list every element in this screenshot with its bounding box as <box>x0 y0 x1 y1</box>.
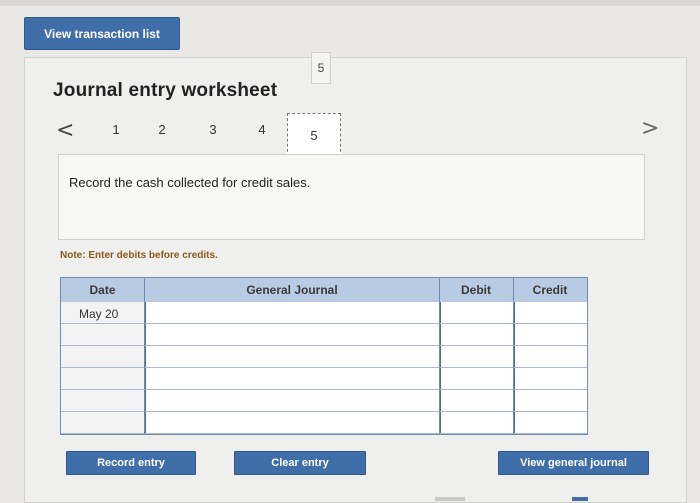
footer-decoration-accent <box>572 497 588 501</box>
date-cell[interactable] <box>61 324 144 345</box>
credit-input[interactable] <box>513 302 587 323</box>
debit-input[interactable] <box>439 324 513 345</box>
column-header-date: Date <box>89 283 116 297</box>
credit-input[interactable] <box>513 346 587 367</box>
debit-input[interactable] <box>439 368 513 389</box>
date-cell[interactable] <box>61 368 144 389</box>
chevron-right-icon[interactable]: > <box>641 116 659 141</box>
page-tab-3[interactable]: 3 <box>203 122 223 137</box>
account-input[interactable] <box>144 302 439 323</box>
view-transaction-list-button[interactable]: View transaction list <box>24 17 180 50</box>
column-divider <box>144 278 145 434</box>
account-input[interactable] <box>144 412 439 433</box>
debit-input[interactable] <box>439 302 513 323</box>
date-cell[interactable] <box>61 346 144 367</box>
page-tab-1[interactable]: 1 <box>106 122 126 137</box>
chevron-left-icon[interactable]: < <box>56 118 74 143</box>
date-cell[interactable] <box>61 412 144 433</box>
table-row <box>61 412 587 434</box>
account-input[interactable] <box>144 324 439 345</box>
column-divider <box>439 278 440 434</box>
journal-table: Date General Journal Debit Credit May 20 <box>60 277 588 435</box>
note-label: Note: <box>60 250 86 261</box>
credit-input[interactable] <box>513 324 587 345</box>
note: Note: Enter debits before credits. <box>60 250 218 261</box>
prompt-box: Record the cash collected for credit sal… <box>58 154 645 240</box>
table-row <box>61 368 587 390</box>
column-divider <box>513 278 514 434</box>
table-row <box>61 390 587 412</box>
debit-input[interactable] <box>439 346 513 367</box>
page-tab-2[interactable]: 2 <box>152 122 172 137</box>
table-header: Date General Journal Debit Credit <box>61 278 587 303</box>
page-tab-5-active[interactable]: 5 <box>287 113 341 157</box>
table-row <box>61 346 587 368</box>
prompt-text: Record the cash collected for credit sal… <box>69 175 311 190</box>
date-cell: May 20 <box>61 302 144 323</box>
credit-input[interactable] <box>513 368 587 389</box>
column-header-debit: Debit <box>461 283 491 297</box>
page-number-badge: 5 <box>311 52 331 84</box>
table-row <box>61 324 587 346</box>
clear-entry-button[interactable]: Clear entry <box>234 451 366 475</box>
page-tab-4[interactable]: 4 <box>252 122 272 137</box>
column-header-general-journal: General Journal <box>246 283 338 297</box>
credit-input[interactable] <box>513 412 587 433</box>
debit-input[interactable] <box>439 390 513 411</box>
footer-decoration <box>435 497 465 501</box>
account-input[interactable] <box>144 368 439 389</box>
account-input[interactable] <box>144 346 439 367</box>
debit-input[interactable] <box>439 412 513 433</box>
top-strip <box>0 0 700 6</box>
date-cell[interactable] <box>61 390 144 411</box>
worksheet-title: Journal entry worksheet <box>53 80 278 101</box>
record-entry-button[interactable]: Record entry <box>66 451 196 475</box>
note-text: Enter debits before credits. <box>85 250 218 261</box>
column-header-credit: Credit <box>532 283 568 297</box>
table-row: May 20 <box>61 302 587 324</box>
view-general-journal-button[interactable]: View general journal <box>498 451 649 475</box>
account-input[interactable] <box>144 390 439 411</box>
credit-input[interactable] <box>513 390 587 411</box>
